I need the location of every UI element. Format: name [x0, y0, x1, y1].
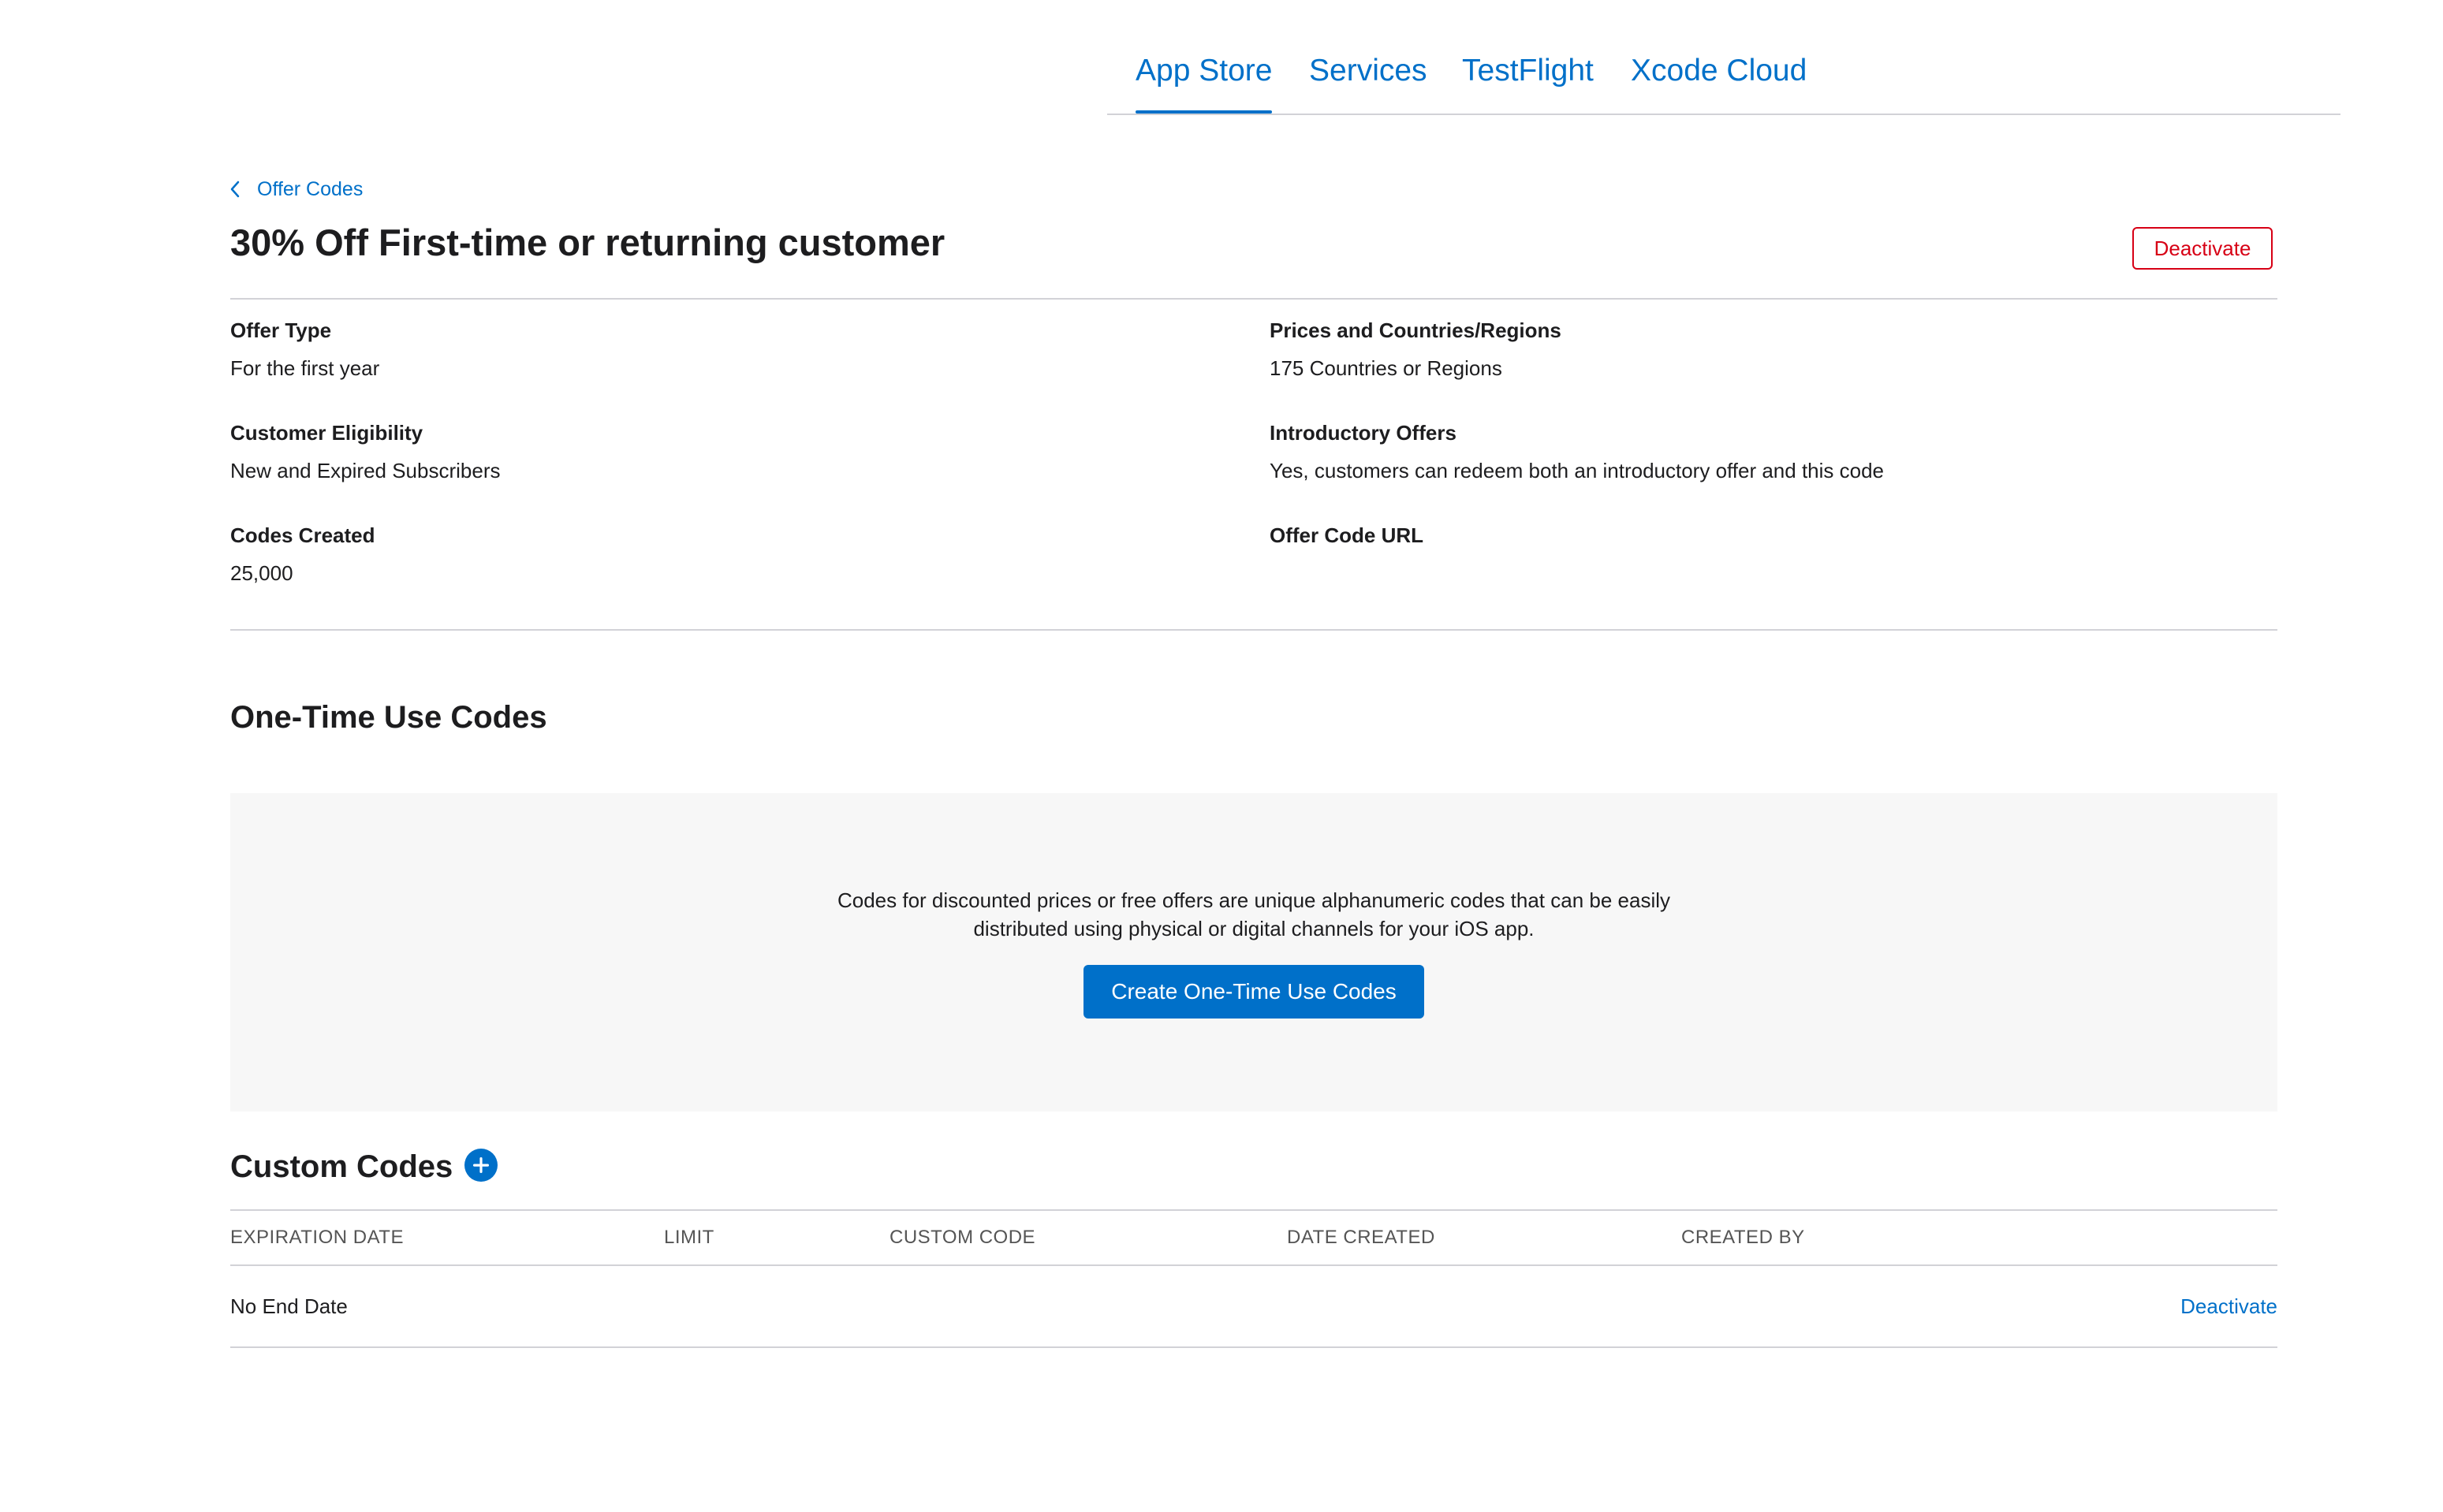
column-header-created-by: CREATED BY: [1681, 1227, 1805, 1248]
column-header-expiration-date: EXPIRATION DATE: [230, 1227, 404, 1248]
chevron-left-icon: [230, 181, 240, 198]
create-one-time-codes-button[interactable]: Create One-Time Use Codes: [1083, 965, 1424, 1019]
divider: [230, 1346, 2277, 1348]
one-time-codes-description: Codes for discounted prices or free offe…: [230, 886, 2277, 943]
custom-codes-heading: Custom Codes: [230, 1149, 453, 1184]
codes-created-value: 25,000: [230, 561, 293, 585]
codes-created-label: Codes Created: [230, 523, 375, 547]
prices-value: 175 Countries or Regions: [1270, 356, 1502, 380]
divider: [230, 1264, 2277, 1266]
one-time-use-codes-heading: One-Time Use Codes: [230, 700, 547, 735]
tab-services[interactable]: Services: [1309, 52, 1427, 90]
row-deactivate-link[interactable]: Deactivate: [2180, 1293, 2277, 1320]
page-title: 30% Off First-time or returning customer: [230, 222, 945, 263]
description-line: Codes for discounted prices or free offe…: [837, 888, 1671, 912]
deactivate-button[interactable]: Deactivate: [2132, 227, 2273, 270]
offer-code-url-label: Offer Code URL: [1270, 523, 1423, 547]
column-header-limit: LIMIT: [664, 1227, 714, 1248]
customer-eligibility-value: New and Expired Subscribers: [230, 459, 501, 482]
tab-app-store[interactable]: App Store: [1136, 52, 1273, 114]
one-time-codes-empty-panel: Codes for discounted prices or free offe…: [230, 793, 2277, 1112]
prices-label: Prices and Countries/Regions: [1270, 318, 1561, 342]
top-nav: App Store Services TestFlight Xcode Clou…: [1107, 0, 2340, 115]
plus-circle-icon[interactable]: [464, 1148, 498, 1182]
offer-type-label: Offer Type: [230, 318, 332, 342]
introductory-offers-value: Yes, customers can redeem both an introd…: [1270, 459, 1885, 482]
divider: [230, 1209, 2277, 1211]
tab-xcode-cloud[interactable]: Xcode Cloud: [1631, 52, 1807, 90]
breadcrumb[interactable]: Offer Codes: [230, 177, 363, 202]
introductory-offers-label: Introductory Offers: [1270, 421, 1456, 445]
divider: [230, 629, 2277, 631]
column-header-custom-code: CUSTOM CODE: [890, 1227, 1036, 1248]
breadcrumb-offer-codes-link[interactable]: Offer Codes: [257, 178, 363, 201]
column-header-date-created: DATE CREATED: [1287, 1227, 1435, 1248]
tab-testflight[interactable]: TestFlight: [1462, 52, 1594, 90]
table-cell-expiration-date: No End Date: [230, 1294, 348, 1318]
offer-type-value: For the first year: [230, 356, 380, 380]
customer-eligibility-label: Customer Eligibility: [230, 421, 423, 445]
divider: [230, 298, 2277, 300]
description-line: distributed using physical or digital ch…: [973, 917, 1535, 940]
